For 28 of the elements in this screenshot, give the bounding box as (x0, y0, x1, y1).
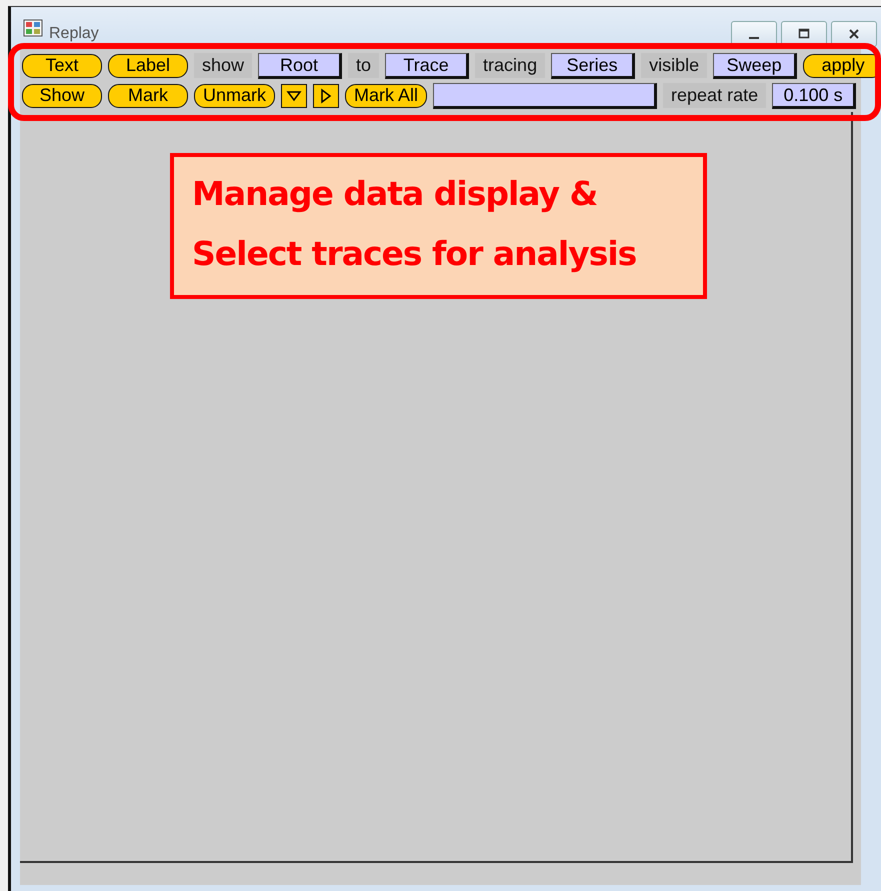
toolbar-button[interactable]: Label (108, 54, 188, 78)
field-label: repeat rate (663, 83, 766, 108)
close-icon (847, 28, 861, 40)
minimize-icon (749, 37, 759, 39)
toolbar-button[interactable]: Mark All (345, 84, 428, 108)
input-field[interactable]: Trace (385, 52, 470, 78)
toolbar-button[interactable]: Unmark (194, 84, 276, 108)
callout-text: Manage data display & (192, 173, 598, 215)
input-field[interactable] (433, 82, 658, 108)
down-arrow-button[interactable] (281, 84, 308, 108)
app-icon (23, 19, 43, 37)
down-triangle-icon (286, 90, 302, 102)
field-label: tracing (475, 53, 546, 78)
toolbar-button[interactable]: Show (22, 84, 102, 108)
right-triangle-icon (320, 88, 332, 104)
field-label: show (194, 53, 252, 78)
right-arrow-button[interactable] (313, 84, 340, 108)
maximize-icon (797, 28, 811, 40)
input-field[interactable]: 0.100 s (772, 82, 856, 108)
window-title: Replay (49, 25, 99, 43)
input-field[interactable]: Series (551, 52, 636, 78)
field-label: visible (641, 53, 708, 78)
toolbar-button[interactable]: Mark (108, 84, 188, 108)
input-field[interactable]: Root (258, 52, 342, 78)
field-label: to (348, 53, 380, 78)
input-field[interactable]: Sweep (713, 52, 798, 78)
callout-text: Select traces for analysis (192, 233, 638, 275)
toolbar-button[interactable]: Text (22, 54, 102, 78)
